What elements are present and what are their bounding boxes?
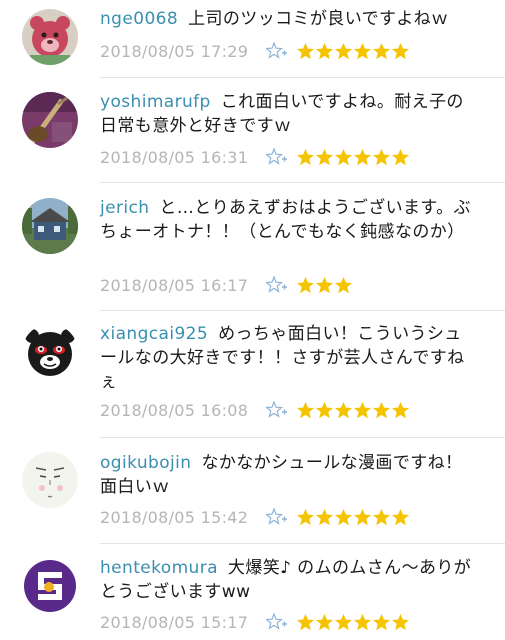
star-icon bbox=[334, 613, 353, 632]
avatar[interactable] bbox=[22, 92, 78, 148]
avatar[interactable] bbox=[22, 558, 78, 614]
star-icon bbox=[391, 401, 410, 420]
comment-meta: 2018/08/05 16:31 bbox=[100, 146, 410, 168]
comment-meta: 2018/08/05 15:17 bbox=[100, 611, 410, 633]
star-icon bbox=[353, 613, 372, 632]
username[interactable]: ogikubojin bbox=[100, 453, 191, 473]
star-icon bbox=[334, 401, 353, 420]
comment-body: ogikubojin なかなかシュールな漫画ですね！面白いｗ bbox=[100, 451, 472, 499]
comment-body: yoshimarufp これ面白いですよね。耐え子の日常も意外と好きですｗ bbox=[100, 90, 472, 138]
timestamp: 2018/08/05 16:31 bbox=[100, 147, 249, 167]
star-icon bbox=[391, 148, 410, 167]
comment-body: xiangcai925 めっちゃ面白い！こういうシュールなの大好きです！！さすが芸… bbox=[100, 322, 472, 394]
star-rating bbox=[296, 148, 410, 167]
star-icon bbox=[334, 42, 353, 61]
star-icon bbox=[315, 148, 334, 167]
star-icon bbox=[296, 42, 315, 61]
star-rating bbox=[296, 42, 410, 61]
timestamp: 2018/08/05 15:42 bbox=[100, 507, 249, 527]
username[interactable]: hentekomura bbox=[100, 558, 218, 578]
star-icon bbox=[372, 401, 391, 420]
timestamp: 2018/08/05 16:08 bbox=[100, 400, 249, 420]
star-icon bbox=[315, 401, 334, 420]
star-icon bbox=[334, 508, 353, 527]
add-star-icon[interactable] bbox=[266, 148, 288, 166]
star-icon bbox=[391, 613, 410, 632]
star-icon bbox=[372, 508, 391, 527]
star-icon bbox=[315, 42, 334, 61]
divider bbox=[100, 437, 505, 438]
star-icon bbox=[334, 276, 353, 295]
avatar[interactable] bbox=[22, 198, 78, 254]
star-icon bbox=[334, 148, 353, 167]
star-icon bbox=[315, 508, 334, 527]
comment-meta: 2018/08/05 15:42 bbox=[100, 506, 410, 528]
star-icon bbox=[353, 42, 372, 61]
username[interactable]: nge0068 bbox=[100, 9, 178, 29]
add-star-icon[interactable] bbox=[266, 613, 288, 631]
comment-body: hentekomura 大爆笑♪ のムのムさん〜ありがとうございますww bbox=[100, 556, 472, 604]
divider bbox=[100, 182, 505, 183]
star-icon bbox=[353, 508, 372, 527]
star-icon bbox=[353, 401, 372, 420]
divider bbox=[100, 77, 505, 78]
star-rating bbox=[296, 613, 410, 632]
star-icon bbox=[353, 148, 372, 167]
comment-text: 上司のツッコミが良いですよねｗ bbox=[188, 9, 449, 29]
divider bbox=[100, 543, 505, 544]
star-icon bbox=[296, 148, 315, 167]
avatar[interactable] bbox=[22, 324, 78, 380]
star-icon bbox=[391, 42, 410, 61]
username[interactable]: xiangcai925 bbox=[100, 324, 208, 344]
face-sketch-avatar-icon bbox=[22, 452, 78, 508]
star-rating bbox=[296, 276, 353, 295]
star-icon bbox=[315, 276, 334, 295]
black-bear-avatar-icon bbox=[22, 324, 78, 380]
comment-body: nge0068 上司のツッコミが良いですよねｗ bbox=[100, 7, 472, 31]
star-icon bbox=[372, 42, 391, 61]
star-rating bbox=[296, 401, 410, 420]
purple-logo-avatar-icon bbox=[22, 558, 78, 614]
guitar-avatar-icon bbox=[22, 92, 78, 148]
star-icon bbox=[296, 508, 315, 527]
comment-body: jerich と…とりあえずおはようございます。ぶちょーオトナ！！（とんでもなく鈍… bbox=[100, 196, 472, 244]
add-star-icon[interactable] bbox=[266, 42, 288, 60]
divider bbox=[100, 310, 505, 311]
red-bear-avatar-icon bbox=[22, 9, 78, 65]
star-icon bbox=[296, 401, 315, 420]
comment-meta: 2018/08/05 16:08 bbox=[100, 399, 410, 421]
comment-text: と…とりあえずおはようございます。ぶちょーオトナ！！（とんでもなく鈍感なのか） bbox=[100, 198, 471, 242]
username[interactable]: jerich bbox=[100, 198, 149, 218]
add-star-icon[interactable] bbox=[266, 276, 288, 294]
comment-meta: 2018/08/05 17:29 bbox=[100, 40, 410, 62]
star-icon bbox=[315, 613, 334, 632]
timestamp: 2018/08/05 15:17 bbox=[100, 612, 249, 632]
star-rating bbox=[296, 508, 410, 527]
add-star-icon[interactable] bbox=[266, 401, 288, 419]
avatar[interactable] bbox=[22, 9, 78, 65]
star-icon bbox=[391, 508, 410, 527]
username[interactable]: yoshimarufp bbox=[100, 92, 211, 112]
timestamp: 2018/08/05 17:29 bbox=[100, 41, 249, 61]
avatar[interactable] bbox=[22, 452, 78, 508]
star-icon bbox=[296, 276, 315, 295]
timestamp: 2018/08/05 16:17 bbox=[100, 275, 249, 295]
comment-meta: 2018/08/05 16:17 bbox=[100, 274, 353, 296]
house-avatar-icon bbox=[22, 198, 78, 254]
star-icon bbox=[372, 613, 391, 632]
star-icon bbox=[372, 148, 391, 167]
add-star-icon[interactable] bbox=[266, 508, 288, 526]
star-icon bbox=[296, 613, 315, 632]
